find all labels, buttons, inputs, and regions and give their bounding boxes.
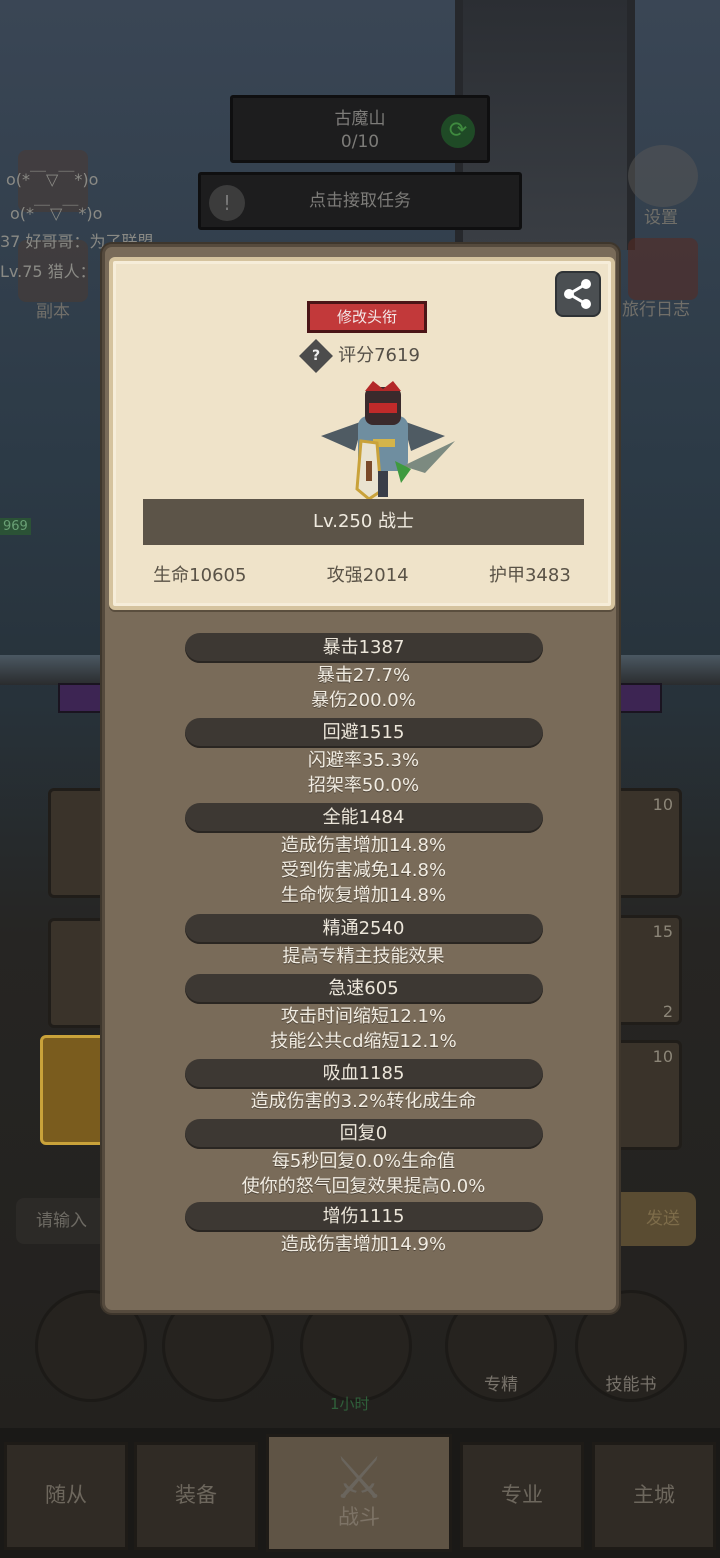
stat-section-avoidance: 回避1515 闪避率35.3% 招架率50.0% [105, 718, 622, 798]
stat-section-lifesteal: 吸血1185 造成伤害的3.2%转化成生命 [105, 1059, 622, 1114]
slot-count: 15 [652, 922, 673, 941]
skill-book-label: 技能书 [605, 1375, 657, 1395]
stat-line: 造成伤害的3.2%转化成生命 [250, 1091, 477, 1112]
gear-icon[interactable] [628, 145, 698, 207]
stat-line: 闪避率35.3% [307, 750, 420, 771]
level-class-banner: Lv.250 战士 [143, 499, 584, 545]
edit-title-button[interactable]: 修改头衔 [307, 301, 427, 333]
armor-stat: 护甲3483 [488, 565, 571, 586]
stat-section-header: 全能1484 [184, 803, 543, 833]
tab-battle[interactable]: ⚔ 战斗 [266, 1434, 452, 1552]
stat-line: 使你的怒气回复效果提高0.0% [241, 1176, 486, 1197]
alert-icon: ! [209, 185, 245, 221]
settings-label: 设置 [644, 208, 678, 228]
refresh-icon[interactable]: ⟳ [441, 114, 475, 148]
chat-line: o(*￣▽￣*)o [6, 170, 99, 189]
character-card: 修改头衔 ? 评分7619 Lv.250 战士 生命10605 攻强2014 护甲… [109, 257, 615, 610]
health-stat: 生命10605 [153, 565, 247, 586]
stat-line: 生命恢复增加14.8% [280, 885, 447, 906]
stat-section-haste: 急速605 攻击时间缩短12.1% 技能公共cd缩短12.1% [105, 974, 622, 1054]
quest-panel[interactable]: 古魔山 0/10 ⟳ [230, 95, 490, 163]
stat-section-mastery: 精通2540 提高专精主技能效果 [105, 914, 622, 969]
score-row: ? 评分7619 [113, 339, 611, 373]
chat-line: Lv.75 猎人： [0, 262, 96, 281]
stat-section-header: 急速605 [184, 974, 543, 1004]
stat-section-header: 回复0 [184, 1119, 543, 1149]
stat-section-header: 暴击1387 [184, 633, 543, 663]
base-stats-row: 生命10605 攻强2014 护甲3483 [113, 561, 611, 591]
bottom-nav: 随从 装备 ⚔ 战斗 专业 主城 [0, 1428, 720, 1558]
travel-log-label: 旅行日志 [622, 300, 690, 320]
stat-line: 技能公共cd缩短12.1% [270, 1031, 457, 1052]
stat-line: 每5秒回复0.0%生命值 [271, 1151, 456, 1172]
slot-count: 2 [662, 1002, 673, 1021]
stat-section-damage-bonus: 增伤1115 造成伤害增加14.9% [105, 1202, 622, 1257]
stat-line: 提高专精主技能效果 [282, 946, 445, 967]
character-stats-panel: 修改头衔 ? 评分7619 Lv.250 战士 生命10605 攻强2014 护甲… [102, 244, 619, 1313]
purple-bar-right [618, 683, 662, 713]
swords-icon: ⚔ [333, 1444, 385, 1512]
tab-profession[interactable]: 专业 [460, 1442, 584, 1550]
inventory-slot: 15 2 [612, 915, 682, 1025]
stat-line: 暴击27.7% [316, 665, 411, 686]
slot-count: 10 [652, 1047, 673, 1066]
warrior-character-image [321, 381, 455, 501]
share-icon [564, 279, 591, 309]
stat-line: 攻击时间缩短12.1% [280, 1006, 447, 1027]
dungeon-label: 副本 [36, 302, 70, 322]
stat-section-header: 吸血1185 [184, 1059, 543, 1089]
tab-equipment[interactable]: 装备 [134, 1442, 258, 1550]
stat-section-header: 精通2540 [184, 914, 543, 944]
stat-section-crit: 暴击1387 暴击27.7% 暴伤200.0% [105, 633, 622, 713]
hp-tag: 969 [0, 518, 31, 535]
specialization-label: 专精 [484, 1375, 518, 1395]
stat-section-versatility: 全能1484 造成伤害增加14.8% 受到伤害减免14.8% 生命恢复增加14.… [105, 803, 622, 908]
stat-line: 招架率50.0% [307, 775, 420, 796]
inventory-slot-highlight [40, 1035, 110, 1145]
accept-task-label: 点击接取任务 [309, 191, 411, 211]
book-icon[interactable] [628, 238, 698, 300]
stat-line: 造成伤害增加14.9% [280, 1234, 447, 1255]
inventory-slot: 10 [612, 788, 682, 898]
slot-count: 10 [652, 795, 673, 814]
stat-section-regen: 回复0 每5秒回复0.0%生命值 使你的怒气回复效果提高0.0% [105, 1119, 622, 1199]
chat-input[interactable]: 请输入 [16, 1198, 116, 1244]
inventory-slot: 10 [612, 1040, 682, 1150]
share-button[interactable] [555, 271, 601, 317]
score-value: 评分7619 [338, 345, 420, 366]
purple-bar-left [58, 683, 108, 713]
tab-main-city[interactable]: 主城 [592, 1442, 716, 1550]
chat-line: o(*￣▽￣*)o [10, 204, 103, 223]
tab-followers[interactable]: 随从 [4, 1442, 128, 1550]
help-icon[interactable]: ? [299, 339, 334, 373]
stat-line: 造成伤害增加14.8% [280, 835, 447, 856]
attack-power-stat: 攻强2014 [326, 565, 409, 586]
accept-task-button[interactable]: ! 点击接取任务 [198, 172, 522, 230]
timer-text: 1小时 [330, 1395, 370, 1413]
stat-section-header: 回避1515 [184, 718, 543, 748]
stat-section-header: 增伤1115 [184, 1202, 543, 1232]
stat-line: 暴伤200.0% [311, 690, 416, 711]
stat-line: 受到伤害减免14.8% [280, 860, 447, 881]
